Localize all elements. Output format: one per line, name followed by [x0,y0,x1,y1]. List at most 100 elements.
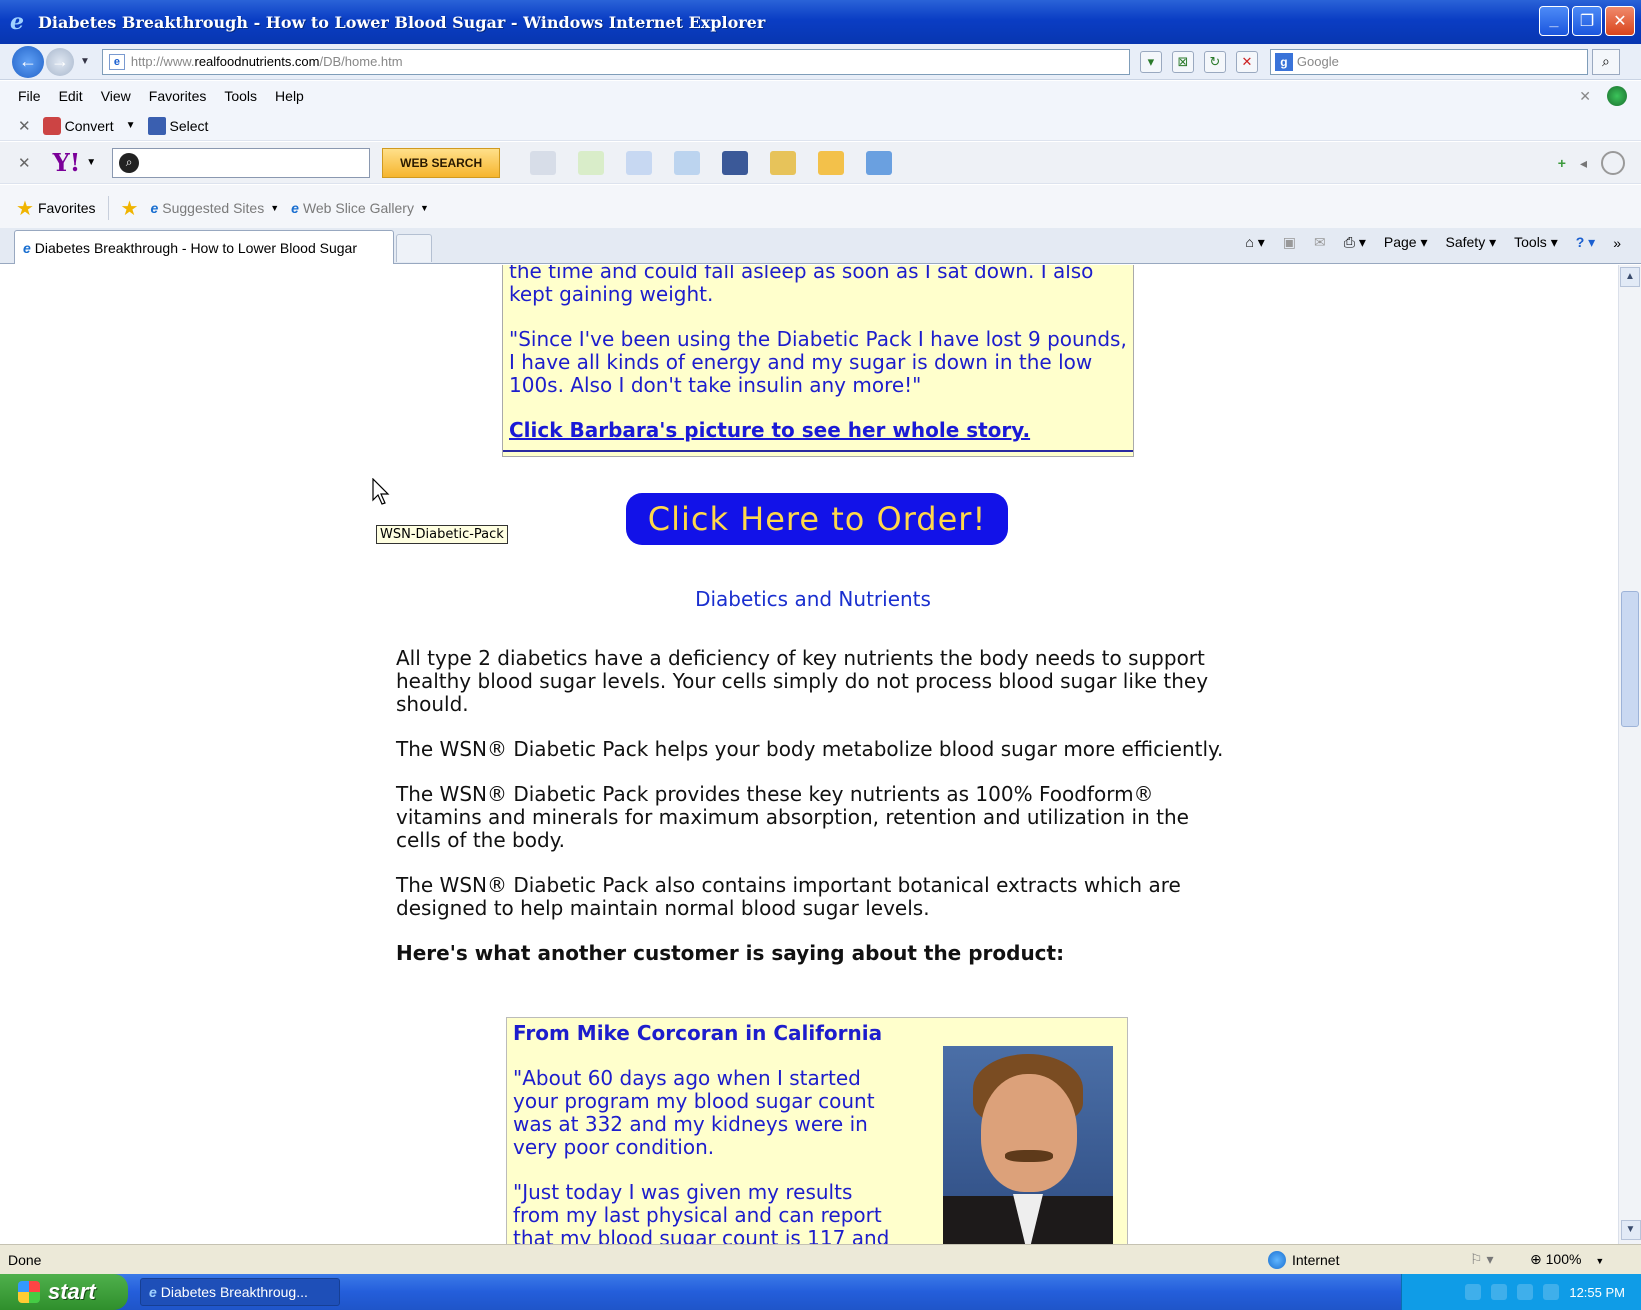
taskbar: start e Diabetes Breakthroug... 12:55 PM [0,1274,1641,1310]
weather-icon[interactable] [674,150,701,175]
web-search-button[interactable]: WEB SEARCH [382,147,501,178]
search-icon: ⌕ [119,152,140,173]
menu-file[interactable]: File [18,88,41,104]
system-tray: 12:55 PM [1401,1274,1641,1310]
zoom-level: 100% [1545,1251,1582,1267]
close-toolbar-icon[interactable]: ✕ [1579,88,1591,105]
scroll-thumb[interactable] [1621,591,1639,727]
volume-tray-icon[interactable] [1543,1284,1560,1300]
recent-pages-dropdown[interactable]: ▼ [80,56,90,67]
yahoo-search-input[interactable]: ⌕ [112,147,371,178]
network-tray-icon[interactable] [1491,1284,1508,1300]
help-icon[interactable]: ? ▾ [1576,234,1595,251]
scroll-up-button[interactable]: ▲ [1620,267,1640,287]
select-button[interactable]: Select [170,118,209,134]
bookmark-icon[interactable] [578,150,605,175]
vertical-scrollbar[interactable]: ▲ ▼ [1618,265,1641,1244]
restore-button[interactable]: ❐ [1572,6,1602,36]
menu-view[interactable]: View [101,88,131,104]
chevron-down-icon[interactable]: ▼ [1595,1256,1604,1266]
url-domain: realfoodnutrients.com [194,54,320,69]
tab-label: Diabetes Breakthrough - How to Lower Blo… [34,239,357,256]
stop-icon[interactable]: ✕ [1235,50,1258,73]
help-tray-icon[interactable] [1465,1284,1482,1300]
read-mail-icon[interactable]: ✉ [1314,234,1326,251]
menu-edit[interactable]: Edit [59,88,83,104]
web-slice-gallery-link[interactable]: Web Slice Gallery [303,200,414,216]
minimize-button[interactable]: _ [1539,6,1569,36]
ie-icon: e [23,239,31,256]
yahoo-dropdown-icon[interactable]: ▼ [86,157,96,168]
customer-photo[interactable] [943,1046,1113,1244]
print-icon[interactable]: ⎙ ▾ [1344,234,1366,251]
tab-bar: e Diabetes Breakthrough - How to Lower B… [0,228,1641,264]
tab-active[interactable]: e Diabetes Breakthrough - How to Lower B… [14,230,394,264]
safety-menu[interactable]: Safety ▾ [1446,234,1497,251]
suggested-sites-link[interactable]: Suggested Sites [162,200,264,216]
menu-help[interactable]: Help [275,88,304,104]
scroll-left-icon[interactable]: ◂ [1580,155,1587,172]
clock: 12:55 PM [1569,1284,1625,1300]
google-icon: g [1274,52,1293,71]
favorites-button[interactable]: Favorites [38,200,96,216]
chevron-down-icon[interactable]: ▼ [270,203,279,213]
scroll-down-button[interactable]: ▼ [1620,1220,1641,1240]
page-content: the time and could fall asleep as soon a… [8,265,1618,1244]
page-menu[interactable]: Page ▾ [1384,234,1428,251]
close-button[interactable]: ✕ [1605,6,1635,36]
zoom-control[interactable]: ⊕ 100% ▼ [1530,1251,1604,1268]
convert-icon [42,116,61,135]
convert-dropdown-icon[interactable]: ▼ [126,120,136,131]
paragraph: The WSN® Diabetic Pack helps your body m… [396,737,1224,761]
pencil-icon[interactable] [530,150,557,175]
mike-testimonial: From Mike Corcoran in California "About … [506,1017,1128,1244]
yahoo-right: + ◂ [1558,151,1625,175]
start-label: start [48,1279,96,1304]
window-title: Diabetes Breakthrough - How to Lower Blo… [38,12,766,32]
news-icon[interactable] [866,150,893,175]
gear-icon[interactable] [1601,151,1625,175]
address-bar[interactable]: e http://www. realfoodnutrients.com/DB/ho… [101,48,1130,75]
order-button[interactable]: Click Here to Order! [626,493,1008,545]
barbara-story-link[interactable]: Click Barbara's picture to see her whole… [509,419,1127,442]
menu-right: ✕ [1579,86,1627,106]
back-button[interactable]: ← [12,45,44,78]
security-zone: Internet [1268,1251,1339,1269]
forward-button[interactable]: → [46,47,74,76]
compatibility-view-icon[interactable]: ⊠ [1171,50,1194,73]
start-button[interactable]: start [0,1274,128,1310]
search-icon[interactable]: ⌕ [1591,48,1620,75]
ebay-icon[interactable] [818,150,845,175]
rss-icon[interactable]: ▣ [1283,234,1296,251]
search-input[interactable]: g Google [1269,48,1588,75]
close-yahoo-toolbar-icon[interactable]: ✕ [18,154,31,172]
convert-button[interactable]: Convert [65,118,114,134]
body-text: All type 2 diabetics have a deficiency o… [396,647,1236,987]
photo-face [981,1074,1077,1192]
yahoo-logo[interactable]: Y! [53,148,81,177]
tooltip: WSN-Diabetic-Pack [376,525,508,544]
menu-tools[interactable]: Tools [224,88,257,104]
tools-menu[interactable]: Tools ▾ [1514,234,1558,251]
new-tab-button[interactable] [396,234,432,262]
menu-favorites[interactable]: Favorites [149,88,207,104]
facebook-icon[interactable] [722,150,749,175]
more-chevron-icon[interactable]: » [1613,235,1621,251]
address-dropdown-icon[interactable]: ▾ [1139,50,1162,73]
cursor-icon [372,478,390,505]
mail-icon[interactable] [626,150,653,175]
protected-mode-icon[interactable]: ⚐ ▾ [1470,1251,1493,1268]
testimonial-quote: "Since I've been using the Diabetic Pack… [509,327,1127,397]
refresh-icon[interactable]: ↻ [1203,50,1226,73]
games-icon[interactable] [770,150,797,175]
add-favorites-icon[interactable]: ★ [121,196,139,221]
home-icon[interactable]: ⌂ ▾ [1245,234,1264,251]
add-icon[interactable]: + [1558,155,1566,171]
photo-mustache [1005,1150,1053,1162]
close-convert-toolbar-icon[interactable]: ✕ [18,117,31,135]
testimonial-column: "About 60 days ago when I started your p… [513,1067,893,1245]
chevron-down-icon[interactable]: ▼ [420,203,429,213]
address-row: ← → ▼ e http://www. realfoodnutrients.com… [0,44,1641,80]
taskbar-item-ie[interactable]: e Diabetes Breakthroug... [140,1278,340,1306]
flag-tray-icon[interactable] [1517,1284,1534,1300]
